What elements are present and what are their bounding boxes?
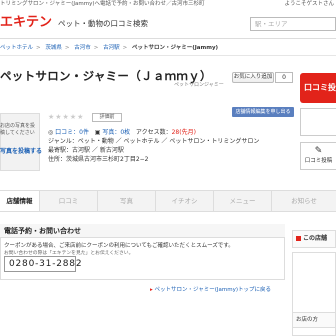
side-shop-box: この店舗 — [292, 230, 336, 248]
genre-value[interactable]: ペット・動物 ／ ペットホテル ／ ペットサロン・トリミングサロン — [78, 138, 260, 145]
top-strip-text: トリミングサロン・ジャミー(Jammy)へ電話で予約・お問い合わせ／古河市三杉町 — [0, 1, 205, 7]
shop-kana: ペットサロンジャミー — [174, 82, 224, 88]
back-to-top-link[interactable]: ▸ ペットサロン・ジャミー(Jammy)トップに戻る — [150, 285, 271, 293]
tab-recommend[interactable]: イチオシ — [156, 191, 214, 211]
reservation-title: 電話予約・お問い合わせ — [0, 224, 285, 238]
write-review-button[interactable]: 口コミ投稿 — [300, 73, 336, 103]
breadcrumb-link[interactable]: ペットホテル — [0, 45, 33, 51]
address-value: 茨城県古河市三杉町2丁目2−2 — [66, 156, 149, 163]
edit-shop-info-button[interactable]: 店舗情報編集を申し出る — [232, 107, 294, 117]
breadcrumb-link[interactable]: 古河駅 — [103, 45, 120, 51]
side-owner-box[interactable]: お店の方 — [292, 312, 336, 328]
tab-shop-info[interactable]: 店舗情報 — [0, 191, 40, 211]
pencil-icon: ✎ — [314, 146, 323, 156]
shop-tabs: 店舗情報 口コミ 写真 イチオシ メニュー お知らせ — [0, 190, 336, 212]
post-review-label: 口コミ投稿 — [304, 158, 333, 164]
breadcrumb-link[interactable]: 茨城県 — [45, 45, 62, 51]
tab-menu[interactable]: メニュー — [214, 191, 272, 211]
access-label: アクセス数： — [135, 129, 172, 136]
reservation-note: クーポンがある場合、ご来店前にクーポンの利用についてもご確認いただくとスムーズで… — [4, 243, 234, 249]
rating-stars: ★★★★★ — [48, 113, 85, 121]
add-bookmark-button[interactable]: お気に入り追加 — [232, 72, 274, 83]
side-shop-title: この店舗 — [303, 235, 328, 242]
breadcrumb-current: ペットサロン・ジャミー(Jammy) — [132, 45, 219, 51]
address-label: 住所： — [48, 156, 67, 163]
review-count-link[interactable]: 口コミ：0件 — [55, 129, 89, 136]
tab-news[interactable]: お知らせ — [272, 191, 336, 211]
welcome-text: ようこそゲストさん — [284, 1, 334, 7]
reservation-subnote: お問い合わせの際は「エキテンを見た」とお伝えください。 — [4, 251, 134, 256]
photo-placeholder — [0, 113, 40, 171]
shop-info: ◎ 口コミ：0件 ▣ 写真：0枚 アクセス数：28(先月) ジャンル：ペット・動… — [48, 128, 298, 164]
tab-photos[interactable]: 写真 — [98, 191, 156, 211]
station-value[interactable]: 古河駅 ／ 新古河駅 — [72, 147, 124, 154]
photo-count-link[interactable]: 写真：0枚 — [102, 129, 130, 136]
top-strip: トリミングサロン・ジャミー(Jammy)へ電話で予約・お問い合わせ／古河市三杉町… — [0, 0, 336, 9]
photo-note: お店の写真を投稿してください — [0, 123, 36, 136]
side-action-button[interactable] — [300, 108, 336, 136]
tab-reviews[interactable]: 口コミ — [40, 191, 98, 211]
review-icon: ◎ — [48, 129, 54, 136]
arrow-icon: ▸ — [150, 287, 153, 293]
breadcrumb-divider — [0, 55, 336, 56]
rating-badge: 評価前 — [92, 113, 122, 122]
square-icon — [296, 236, 301, 241]
genre-label: ジャンル： — [48, 138, 78, 145]
breadcrumb-link[interactable]: 古河市 — [74, 45, 91, 51]
post-photo-link[interactable]: 写真を投稿する — [0, 146, 42, 155]
breadcrumb: ペットホテル > 茨城県 > 古河市 > 古河駅 > ペットサロン・ジャミー(Jammy… — [0, 45, 219, 51]
station-label: 最寄駅： — [48, 147, 73, 154]
site-name[interactable]: ペット・動物の口コミ検索 — [58, 18, 148, 29]
access-count: 28(先月) — [171, 129, 196, 136]
phone-number[interactable]: 0280-31-2882 — [4, 256, 82, 272]
camera-icon: ▣ — [94, 129, 101, 136]
site-logo[interactable]: エキテン — [0, 12, 52, 34]
area-search-input[interactable]: 駅・エリア — [250, 17, 336, 31]
back-to-top-label: ペットサロン・ジャミー(Jammy)トップに戻る — [154, 287, 271, 293]
bookmark-count: 0 — [275, 72, 293, 83]
header-divider — [0, 38, 336, 39]
post-review-button[interactable]: ✎ 口コミ投稿 — [300, 142, 336, 170]
